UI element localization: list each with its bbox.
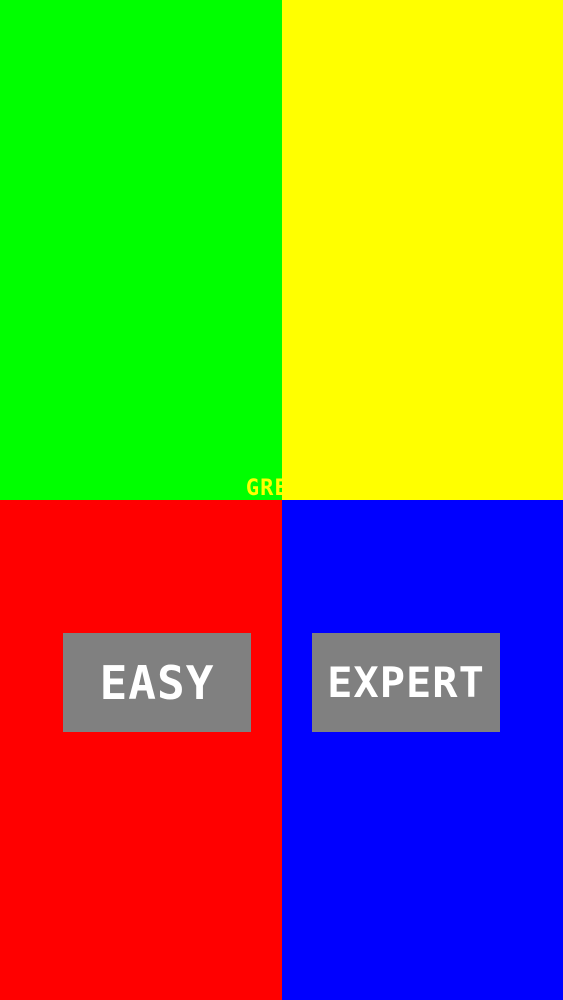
easy-mode-button[interactable]: EASY xyxy=(63,633,251,732)
red-quadrant[interactable] xyxy=(0,500,282,1000)
green-quadrant[interactable] xyxy=(0,0,282,500)
expert-mode-button[interactable]: EXPERT xyxy=(312,633,500,732)
game-screen: GREEN EASY EXPERT xyxy=(0,0,563,1000)
blue-quadrant[interactable] xyxy=(282,500,563,1000)
yellow-quadrant[interactable] xyxy=(282,0,563,500)
